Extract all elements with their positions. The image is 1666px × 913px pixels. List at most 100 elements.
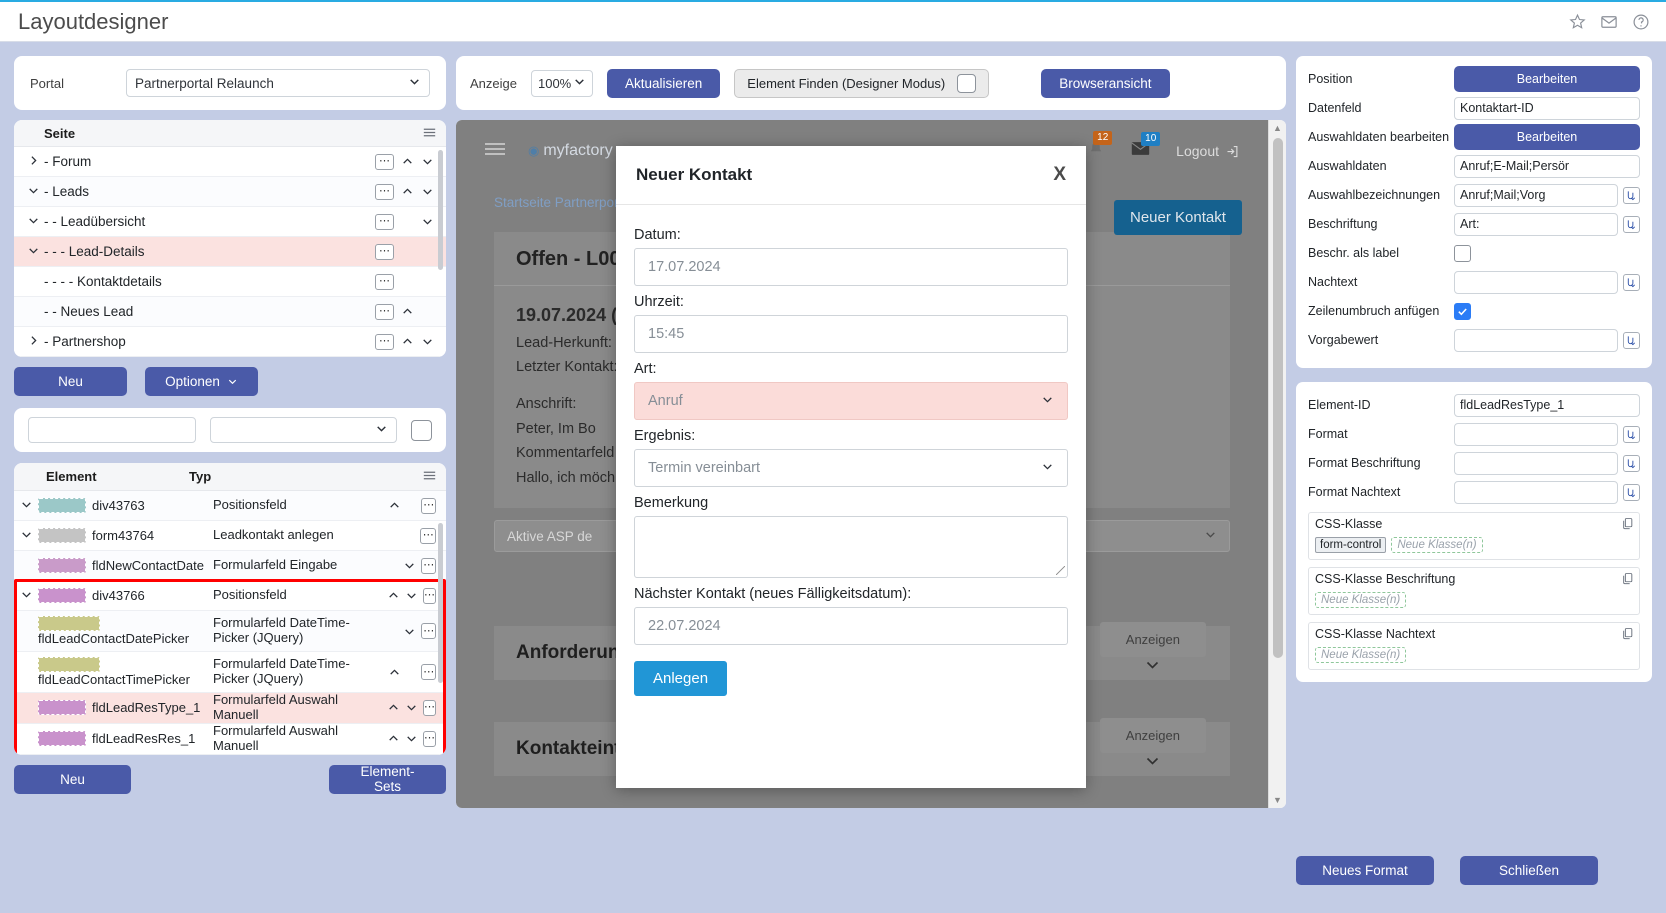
mail-icon[interactable] <box>1600 13 1618 31</box>
row-menu-icon[interactable]: ⋯ <box>375 334 394 350</box>
property-edit-button[interactable]: Bearbeiten <box>1454 124 1640 150</box>
chevron-down-icon[interactable] <box>22 214 44 230</box>
property-checkbox[interactable] <box>1454 245 1471 262</box>
page-tree-row[interactable]: - - - Lead-Details⋯ <box>14 237 446 267</box>
page-tree-row[interactable]: - Partnershop⋯ <box>14 327 446 357</box>
logout-link[interactable]: Logout <box>1176 143 1240 159</box>
row-menu-icon[interactable]: ⋯ <box>375 274 394 290</box>
page-tree-row[interactable]: - - - - Kontaktdetails⋯ <box>14 267 446 297</box>
move-down-icon[interactable] <box>420 335 434 348</box>
move-down-icon[interactable] <box>405 589 418 602</box>
row-menu-icon[interactable]: ⋯ <box>375 214 394 230</box>
element-list-row[interactable]: fldNewContactDateFormularfeld Eingabe⋯ <box>14 551 446 581</box>
move-up-icon[interactable] <box>400 185 414 198</box>
move-up-icon[interactable] <box>387 732 400 745</box>
element-list-row[interactable]: form43764Leadkontakt anlegen⋯ <box>14 521 446 551</box>
menu-icon[interactable] <box>423 126 436 141</box>
element-filter-select[interactable] <box>210 417 397 443</box>
modal-field-input[interactable]: 17.07.2024 <box>634 248 1068 286</box>
help-icon[interactable] <box>1632 13 1650 31</box>
element-list-row[interactable]: div43763Positionsfeld⋯ <box>14 491 446 521</box>
property-input[interactable] <box>1454 452 1618 475</box>
move-down-icon[interactable] <box>403 625 416 638</box>
property-picker-icon[interactable] <box>1623 426 1640 443</box>
row-menu-icon[interactable]: ⋯ <box>421 623 436 639</box>
zoom-select[interactable]: 100% <box>531 70 593 97</box>
row-menu-icon[interactable]: ⋯ <box>375 304 394 320</box>
element-sets-button[interactable]: Element-Sets <box>329 765 446 794</box>
move-down-icon[interactable] <box>405 701 418 714</box>
move-up-icon[interactable] <box>388 666 401 679</box>
property-picker-icon[interactable] <box>1623 455 1640 472</box>
move-up-icon[interactable] <box>388 499 401 512</box>
find-element-toggle[interactable]: Element Finden (Designer Modus) <box>734 69 989 98</box>
page-options-button[interactable]: Optionen <box>145 367 258 396</box>
row-menu-icon[interactable]: ⋯ <box>421 664 436 680</box>
move-down-icon[interactable] <box>405 732 418 745</box>
preview-anforderung-expander[interactable]: Anzeigen <box>1100 631 1206 675</box>
move-up-icon[interactable] <box>387 701 400 714</box>
preview-scroll-thumb[interactable] <box>1273 138 1283 658</box>
property-picker-icon[interactable] <box>1623 187 1640 204</box>
move-down-icon[interactable] <box>420 155 434 168</box>
modal-field-input[interactable]: 15:45 <box>634 315 1068 353</box>
preview-kontakteintrag-expander[interactable]: Anzeigen <box>1100 727 1206 771</box>
menu-icon[interactable] <box>423 469 436 484</box>
row-menu-icon[interactable]: ⋯ <box>423 588 436 604</box>
move-up-icon[interactable] <box>400 155 414 168</box>
element-new-button[interactable]: Neu <box>14 765 131 794</box>
notifications-icon[interactable]: 12 <box>1087 140 1105 163</box>
refresh-button[interactable]: Aktualisieren <box>607 69 720 98</box>
move-up-icon[interactable] <box>387 589 400 602</box>
css-class-input[interactable]: Neue Klasse(n) <box>1315 592 1406 608</box>
scroll-up-icon[interactable]: ▲ <box>1273 120 1282 136</box>
copy-icon[interactable] <box>1621 517 1634 535</box>
page-tree-row[interactable]: - - Neues Lead⋯ <box>14 297 446 327</box>
property-input[interactable] <box>1454 423 1618 446</box>
find-element-checkbox[interactable] <box>957 74 976 93</box>
modal-field-select[interactable]: Termin vereinbart <box>634 449 1068 487</box>
preview-viewport[interactable]: ◉ myfactory PARTNERPORTAL 12 10 <box>456 120 1268 808</box>
property-edit-button[interactable]: Bearbeiten <box>1454 66 1640 92</box>
element-list-row[interactable]: fldLeadContactTimePickerFormularfeld Dat… <box>14 652 446 693</box>
page-tree-scrollbar[interactable] <box>438 150 443 270</box>
chevron-down-icon[interactable] <box>14 528 38 544</box>
element-list-scrollbar[interactable] <box>438 523 443 683</box>
css-class-input[interactable]: Neue Klasse(n) <box>1315 647 1406 663</box>
property-input[interactable]: Kontaktart-ID <box>1454 97 1640 120</box>
modal-submit-button[interactable]: Anlegen <box>634 661 727 696</box>
portal-select[interactable]: Partnerportal Relaunch <box>126 69 430 97</box>
css-class-tag[interactable]: form-control <box>1315 537 1386 553</box>
property-input[interactable]: Art: <box>1454 213 1618 236</box>
property-input[interactable] <box>1454 329 1618 352</box>
property-input[interactable]: Anruf;Mail;Vorg <box>1454 184 1618 207</box>
preview-scrollbar[interactable]: ▲ ▼ <box>1268 120 1286 808</box>
close-button[interactable]: Schließen <box>1460 856 1598 885</box>
move-up-icon[interactable] <box>400 305 414 318</box>
element-filter-input[interactable] <box>28 417 196 443</box>
property-picker-icon[interactable] <box>1623 216 1640 233</box>
modal-field-select[interactable]: Anruf <box>634 382 1068 420</box>
page-tree-row[interactable]: - Forum⋯ <box>14 147 446 177</box>
chevron-down-icon[interactable] <box>14 498 38 514</box>
page-tree-row[interactable]: - Leads⋯ <box>14 177 446 207</box>
copy-icon[interactable] <box>1621 572 1634 590</box>
property-input[interactable] <box>1454 271 1618 294</box>
page-tree-row[interactable]: - - Leadübersicht⋯ <box>14 207 446 237</box>
element-list-row[interactable]: div43766Positionsfeld⋯ <box>14 581 446 611</box>
element-filter-checkbox[interactable] <box>411 420 432 441</box>
row-menu-icon[interactable]: ⋯ <box>423 731 436 747</box>
row-menu-icon[interactable]: ⋯ <box>421 558 436 574</box>
move-down-icon[interactable] <box>403 559 416 572</box>
property-picker-icon[interactable] <box>1623 274 1640 291</box>
move-down-icon[interactable] <box>420 215 434 228</box>
scroll-down-icon[interactable]: ▼ <box>1273 792 1282 808</box>
property-input[interactable]: Anruf;E-Mail;Persör <box>1454 155 1640 178</box>
css-class-input[interactable]: Neue Klasse(n) <box>1391 537 1482 553</box>
row-menu-icon[interactable]: ⋯ <box>423 700 436 716</box>
browser-view-button[interactable]: Browseransicht <box>1041 69 1169 98</box>
modal-field-input[interactable]: 22.07.2024 <box>634 607 1068 645</box>
property-picker-icon[interactable] <box>1623 332 1640 349</box>
move-up-icon[interactable] <box>400 335 414 348</box>
element-list-row[interactable]: fldLeadResType_1Formularfeld Auswahl Man… <box>14 693 446 724</box>
